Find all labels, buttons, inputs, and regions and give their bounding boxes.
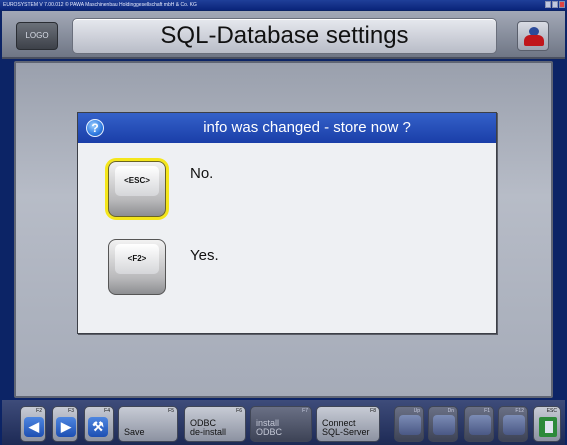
wrench-icon: ⚒ (88, 417, 108, 437)
save-button[interactable]: F5 Save (118, 406, 178, 442)
print-icon (503, 415, 525, 435)
fkey-label: F12 (515, 408, 524, 414)
fkey-label: F7 (302, 408, 308, 414)
f2-key-button[interactable]: <F2> (108, 239, 166, 295)
confirm-dialog: ? info was changed - store now ? <ESC> N… (77, 112, 497, 334)
close-button[interactable] (559, 1, 565, 8)
yes-option-label: Yes. (190, 247, 219, 264)
arrow-down-icon (433, 415, 455, 435)
fkey-label: F1 (484, 408, 490, 414)
arrow-right-icon: ▶ (56, 417, 76, 437)
header-bar: LOGO SQL-Database settings (2, 11, 565, 59)
install-odbc-button[interactable]: F7 install ODBC (250, 406, 312, 442)
save-label: Save (124, 427, 145, 437)
help-button[interactable]: F1 (464, 406, 494, 442)
forward-button[interactable]: F3 ▶ (52, 406, 78, 442)
arrow-up-icon (399, 415, 421, 435)
help-icon (469, 415, 491, 435)
logo-button[interactable]: LOGO (16, 22, 58, 50)
fkey-label: Up (413, 408, 420, 414)
no-option-label: No. (190, 165, 214, 182)
esc-key-button[interactable]: <ESC> (108, 161, 166, 217)
arrow-left-icon: ◀ (24, 417, 44, 437)
connect-sql-server-button[interactable]: F8 Connect SQL-Server (316, 406, 380, 442)
odbc-deinstall-label: ODBC de-install (190, 418, 227, 437)
print-button[interactable]: F12 (498, 406, 528, 442)
app-window: EUROSYSTEM V 7.00.012 © PAWA Maschinenba… (0, 0, 567, 445)
odbc-deinstall-button[interactable]: F6 ODBC de-install (184, 406, 246, 442)
user-icon[interactable] (517, 21, 549, 51)
fkey-label: F6 (236, 408, 242, 414)
install-odbc-label: install ODBC (256, 418, 283, 437)
function-key-bar: F2 ◀ F3 ▶ F4 ⚒ F5 Save F6 ODBC de-instal… (2, 400, 565, 445)
back-button[interactable]: F2 ◀ (20, 406, 46, 442)
user-icon-body (524, 35, 544, 46)
page-up-button[interactable]: Up (394, 406, 424, 442)
fkey-label: ESC (546, 408, 557, 414)
fkey-label: F2 (36, 408, 42, 414)
dialog-header: ? info was changed - store now ? (78, 113, 496, 143)
esc-key-label: <ESC> (115, 166, 159, 196)
exit-icon (539, 417, 557, 437)
dialog-title: info was changed - store now ? (203, 119, 411, 136)
fkey-label: Dn (447, 408, 454, 414)
page-title: SQL-Database settings (72, 18, 497, 54)
connect-sql-server-label: Connect SQL-Server (322, 418, 370, 437)
fkey-label: F4 (104, 408, 110, 414)
exit-button[interactable]: ESC (533, 406, 561, 442)
fkey-label: F3 (68, 408, 74, 414)
minimize-button[interactable] (545, 1, 551, 8)
f2-key-label: <F2> (115, 244, 159, 274)
page-down-button[interactable]: Dn (428, 406, 458, 442)
fkey-label: F5 (168, 408, 174, 414)
window-controls (545, 1, 565, 9)
fkey-label: F8 (370, 408, 376, 414)
window-title: EUROSYSTEM V 7.00.012 © PAWA Maschinenba… (3, 2, 197, 8)
window-titlebar: EUROSYSTEM V 7.00.012 © PAWA Maschinenba… (0, 0, 567, 10)
tools-button[interactable]: F4 ⚒ (84, 406, 114, 442)
maximize-button[interactable] (552, 1, 558, 8)
